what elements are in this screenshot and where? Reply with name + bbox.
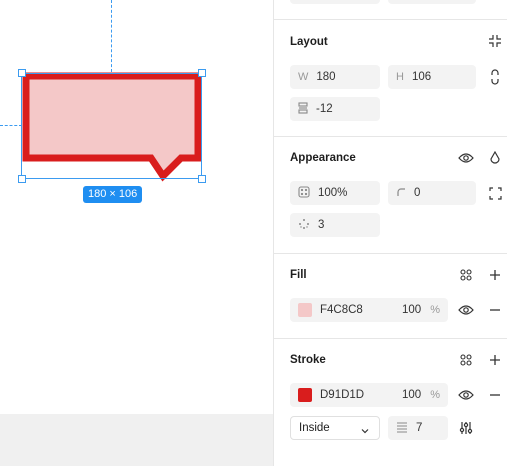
resize-handle-top-left[interactable] — [18, 69, 26, 77]
height-label: H — [396, 71, 404, 83]
add-stroke-plus-icon[interactable] — [486, 351, 504, 369]
corner-radius-field[interactable]: 0 — [388, 181, 476, 205]
independent-corners-icon[interactable] — [486, 184, 504, 202]
height-value: 106 — [411, 71, 432, 83]
fill-opacity-unit: % — [430, 304, 440, 316]
width-field[interactable]: W 180 — [290, 65, 380, 89]
stroke-weight-icon — [396, 421, 408, 436]
canvas-bottom-bar — [0, 414, 273, 466]
stroke-settings-sliders-icon[interactable] — [457, 419, 475, 437]
fill-color-swatch[interactable] — [298, 303, 312, 317]
speech-bubble-shape[interactable] — [0, 0, 273, 414]
stroke-styles-grid-icon[interactable] — [457, 351, 475, 369]
width-value: 180 — [316, 71, 336, 83]
stroke-hex-value: D91D1D — [320, 389, 365, 401]
layout-title: Layout — [290, 36, 328, 48]
fill-title: Fill — [290, 269, 307, 281]
remove-stroke-minus-icon[interactable] — [486, 386, 504, 404]
chevron-down-icon — [361, 425, 369, 437]
stroke-visibility-eye-icon[interactable] — [457, 386, 475, 404]
fill-hex-value: F4C8C8 — [320, 304, 363, 316]
previous-field-stub — [290, 0, 380, 4]
dimension-badge: 180 × 106 — [83, 186, 143, 203]
fill-visibility-eye-icon[interactable] — [457, 301, 475, 319]
blend-mode-drop-icon[interactable] — [486, 149, 504, 167]
fill-opacity-value: 100 — [402, 304, 422, 316]
resize-handle-bottom-left[interactable] — [18, 175, 26, 183]
stroke-opacity-value: 100 — [402, 389, 422, 401]
resize-handle-top-right[interactable] — [198, 69, 206, 77]
canvas[interactable]: 180 × 106 — [0, 0, 273, 414]
corner-radius-value: 0 — [414, 187, 421, 199]
corner-radius-icon — [396, 187, 406, 200]
add-fill-plus-icon[interactable] — [486, 266, 504, 284]
smoothing-icon — [298, 218, 310, 233]
resize-handle-bottom-right[interactable] — [198, 175, 206, 183]
gap-icon — [298, 101, 308, 117]
styles-grid-icon[interactable] — [457, 266, 475, 284]
stroke-color-field[interactable]: D91D1D 100 % — [290, 383, 448, 407]
properties-panel: Layout W 180 H 106 -12 Appearance 100% 0… — [273, 0, 507, 466]
gap-value: -12 — [316, 103, 333, 115]
opacity-value: 100% — [318, 187, 348, 199]
constrain-proportions-icon[interactable] — [486, 68, 504, 86]
stroke-title: Stroke — [290, 354, 326, 366]
stroke-position-value: Inside — [299, 422, 330, 434]
stroke-position-select[interactable]: Inside — [290, 416, 380, 440]
appearance-title: Appearance — [290, 152, 356, 164]
height-field[interactable]: H 106 — [388, 65, 476, 89]
remove-fill-minus-icon[interactable] — [486, 301, 504, 319]
fill-color-field[interactable]: F4C8C8 100 % — [290, 298, 448, 322]
opacity-icon — [298, 185, 310, 201]
appearance-section: Appearance 100% 0 3 — [274, 136, 507, 254]
gap-field[interactable]: -12 — [290, 97, 380, 121]
width-label: W — [298, 71, 309, 83]
collapse-icon[interactable] — [486, 32, 504, 50]
selection-box — [21, 73, 202, 179]
stroke-color-swatch[interactable] — [298, 388, 312, 402]
stroke-section: Stroke D91D1D 100 % Inside 7 — [274, 338, 507, 458]
corner-smoothing-value: 3 — [318, 219, 325, 231]
stroke-opacity-unit: % — [430, 389, 440, 401]
corner-smoothing-field[interactable]: 3 — [290, 213, 380, 237]
visibility-eye-icon[interactable] — [457, 149, 475, 167]
opacity-field[interactable]: 100% — [290, 181, 380, 205]
stroke-weight-field[interactable]: 7 — [388, 416, 448, 440]
fill-section: Fill F4C8C8 100 % — [274, 253, 507, 339]
layout-section: Layout W 180 H 106 -12 — [274, 19, 507, 137]
stroke-weight-value: 7 — [416, 422, 423, 434]
previous-field-stub-2 — [388, 0, 476, 4]
